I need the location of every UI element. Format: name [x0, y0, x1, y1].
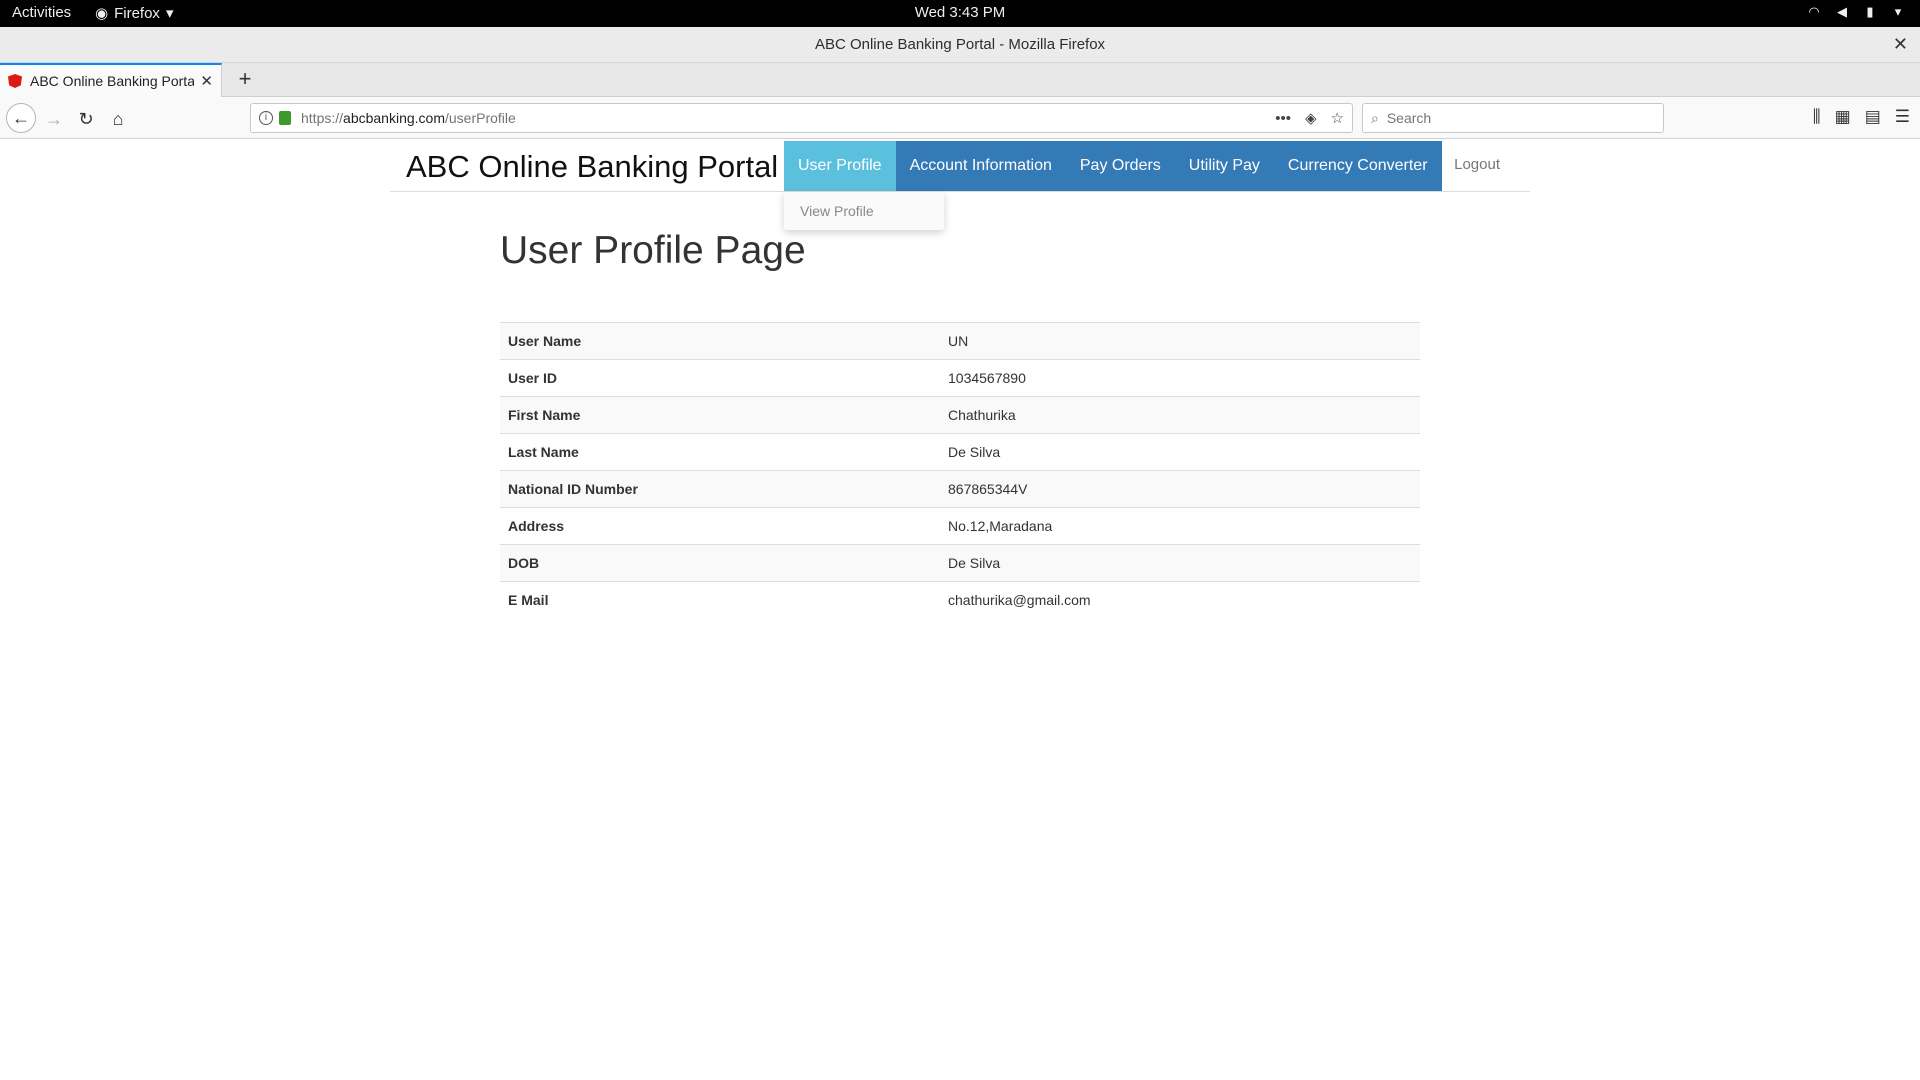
table-row: DOB De Silva — [500, 544, 1420, 582]
field-label: National ID Number — [500, 470, 940, 508]
page-content: ABC Online Banking Portal User Profile A… — [0, 139, 1920, 1080]
reload-button[interactable]: ↻ — [72, 105, 100, 133]
info-icon[interactable]: i — [259, 111, 273, 125]
extension-icon[interactable]: ▦ — [1835, 107, 1851, 127]
window-close-icon[interactable]: ✕ — [1893, 34, 1908, 55]
back-button[interactable]: ← — [6, 103, 36, 133]
nav-account-information[interactable]: Account Information — [896, 141, 1066, 191]
window-titlebar: ABC Online Banking Portal - Mozilla Fire… — [0, 27, 1920, 63]
search-input[interactable] — [1384, 109, 1655, 127]
window-title: ABC Online Banking Portal - Mozilla Fire… — [814, 36, 1106, 53]
site-brand[interactable]: ABC Online Banking Portal — [406, 149, 778, 185]
site-header: ABC Online Banking Portal User Profile A… — [390, 139, 1530, 192]
reload-icon: ↻ — [78, 109, 94, 129]
tab-active[interactable]: ABC Online Banking Portal ✕ — [0, 63, 222, 97]
table-row: User Name UN — [500, 322, 1420, 360]
field-label: User Name — [500, 322, 940, 360]
table-row: National ID Number 867865344V — [500, 470, 1420, 508]
nav-currency-converter[interactable]: Currency Converter — [1274, 141, 1442, 191]
table-row: Last Name De Silva — [500, 433, 1420, 471]
field-value: chathurika@gmail.com — [940, 581, 1420, 619]
forward-button[interactable]: → — [40, 105, 68, 133]
table-row: User ID 1034567890 — [500, 359, 1420, 397]
system-top-bar: Activities ◉ Firefox ▾ Wed 3:43 PM ◠ ◀ ▮… — [0, 0, 1920, 27]
lock-icon[interactable] — [279, 111, 291, 125]
toolbar-right: ⫼ ▦ ▤ ☰ — [1813, 107, 1910, 127]
field-label: Address — [500, 507, 940, 545]
hamburger-menu-icon[interactable]: ☰ — [1895, 107, 1910, 127]
field-value: De Silva — [940, 544, 1420, 582]
tab-strip: ABC Online Banking Portal ✕ + — [0, 63, 1920, 97]
field-value: 867865344V — [940, 470, 1420, 508]
profile-table: User Name UN User ID 1034567890 First Na… — [500, 322, 1420, 619]
dropdown-item-view-profile[interactable]: View Profile — [800, 203, 874, 219]
url-path: /userProfile — [444, 110, 516, 126]
field-value: No.12,Maradana — [940, 507, 1420, 545]
pocket-icon[interactable]: ◈ — [1305, 109, 1317, 127]
home-icon: ⌂ — [112, 109, 124, 129]
tab-title: ABC Online Banking Portal — [30, 73, 195, 89]
field-label: DOB — [500, 544, 940, 582]
nav-utility-pay[interactable]: Utility Pay — [1175, 141, 1274, 191]
page-actions-icon[interactable]: ••• — [1275, 110, 1291, 127]
new-tab-button[interactable]: + — [232, 66, 258, 92]
bookmark-star-icon[interactable]: ☆ — [1331, 109, 1344, 127]
volume-icon: ◀ — [1837, 4, 1847, 19]
url-host: abcbanking.com — [343, 110, 445, 126]
field-label: User ID — [500, 359, 940, 397]
url-bar[interactable]: i https://abcbanking.com/userProfile •••… — [250, 103, 1353, 133]
logout-link[interactable]: Logout — [1454, 156, 1500, 173]
table-row: E Mail chathurika@gmail.com — [500, 581, 1420, 619]
battery-icon: ▮ — [1866, 4, 1874, 19]
arrow-left-icon: ← — [12, 108, 30, 128]
tab-close-icon[interactable]: ✕ — [200, 72, 213, 90]
library-icon[interactable]: ⫼ — [1813, 107, 1821, 127]
url-scheme: https:// — [301, 110, 344, 126]
search-bar[interactable]: ⌕ — [1362, 103, 1664, 133]
field-value: Chathurika — [940, 396, 1420, 434]
nav-user-profile[interactable]: User Profile — [784, 141, 896, 191]
field-label: Last Name — [500, 433, 940, 471]
chevron-down-icon: ▾ — [1894, 4, 1902, 19]
user-profile-dropdown: View Profile — [784, 192, 944, 230]
field-value: 1034567890 — [940, 359, 1420, 397]
field-value: UN — [940, 322, 1420, 360]
field-label: First Name — [500, 396, 940, 434]
nav-pay-orders[interactable]: Pay Orders — [1066, 141, 1175, 191]
field-value: De Silva — [940, 433, 1420, 471]
search-icon: ⌕ — [1371, 109, 1379, 126]
wifi-icon: ◠ — [1808, 4, 1820, 19]
sidebar-icon[interactable]: ▤ — [1865, 107, 1881, 127]
table-row: Address No.12,Maradana — [500, 507, 1420, 545]
table-row: First Name Chathurika — [500, 396, 1420, 434]
field-label: E Mail — [500, 581, 940, 619]
arrow-right-icon: → — [45, 109, 63, 129]
angular-favicon-icon — [8, 74, 22, 88]
home-button[interactable]: ⌂ — [104, 105, 132, 133]
system-tray[interactable]: ◠ ◀ ▮ ▾ — [1806, 4, 1906, 20]
main-nav: User Profile Account Information Pay Ord… — [784, 141, 1442, 191]
page-title: User Profile Page — [500, 229, 806, 272]
clock[interactable]: Wed 3:43 PM — [0, 4, 1920, 21]
navigation-toolbar: ← → ↻ ⌂ i https://abcbanking.com/userPro… — [0, 97, 1920, 139]
